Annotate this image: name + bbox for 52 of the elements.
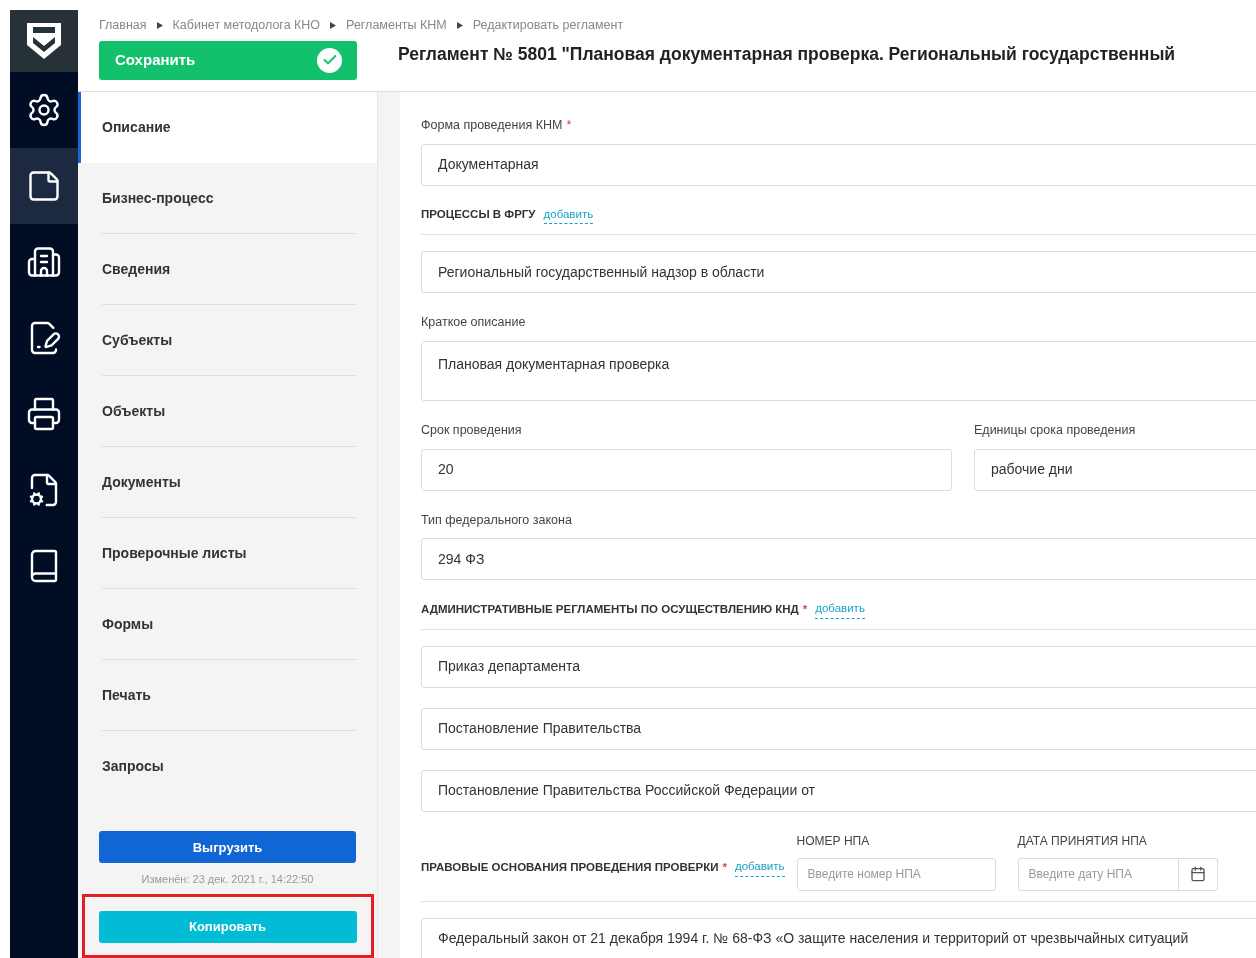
- breadcrumb-link[interactable]: Редактировать регламент: [472, 16, 624, 35]
- number-field[interactable]: Введите номер НПА: [796, 857, 996, 891]
- breadcrumb-link[interactable]: Кабинет методолога КНО: [172, 16, 321, 35]
- nav-item[interactable]: Документы: [78, 447, 377, 519]
- building-icon: [26, 244, 62, 280]
- text-field[interactable]: 20: [421, 448, 952, 491]
- nav-item[interactable]: Бизнес-процесс: [78, 163, 377, 235]
- text-field[interactable]: рабочие дни: [974, 448, 1256, 491]
- required-mark: *: [722, 859, 727, 875]
- date-field[interactable]: Введите дату НПА: [1017, 857, 1218, 891]
- nav-item[interactable]: Сведения: [78, 234, 377, 306]
- field-label: Срок проведения: [421, 421, 523, 439]
- modified-date: Изменён: 23 дек. 2021 г., 14:22:50: [141, 872, 314, 888]
- breadcrumb-link[interactable]: Главная: [99, 16, 147, 35]
- nav-item[interactable]: Объекты: [78, 376, 377, 448]
- nav-item[interactable]: Печать: [78, 660, 377, 732]
- breadcrumb-arrow-icon: [156, 21, 163, 29]
- export-button[interactable]: Выгрузить: [99, 831, 356, 864]
- page-title: Регламент № 5801 "Плановая документарная проверка. Региональный государственный: [398, 42, 1176, 66]
- field-label: Единицы срока проведения: [974, 421, 1137, 439]
- field-label: Тип федерального закона: [421, 511, 572, 529]
- calendar-icon[interactable]: [1189, 866, 1206, 882]
- text-field[interactable]: Документарная: [421, 143, 1256, 186]
- breadcrumb-link[interactable]: Регламенты КНМ: [346, 16, 447, 35]
- check-icon: [317, 47, 342, 73]
- field-label: Краткое описание: [421, 314, 526, 331]
- required-mark: *: [566, 117, 572, 134]
- text-field[interactable]: Региональный государственный надзор в области: [421, 251, 1256, 293]
- section-heading: АДМИНИСТРАТИВНЫЕ РЕГЛАМЕНТЫ ПО ОСУЩЕСТВЛЕНИЮ КНД: [421, 601, 799, 617]
- column-label: ДАТА ПРИНЯТИЯ НПА: [1017, 832, 1148, 850]
- column-label: НОМЕР НПА: [796, 832, 871, 850]
- text-field[interactable]: Постановление Правительства Российской Федерации от: [421, 769, 1256, 812]
- field-label: Форма проведения КНМ: [421, 117, 563, 134]
- section-heading: ПРАВОВЫЕ ОСНОВАНИЯ ПРОВЕДЕНИЯ ПРОВЕРКИ: [421, 859, 719, 875]
- text-field[interactable]: Постановление Правительства: [421, 707, 1256, 750]
- printer-icon: [26, 396, 62, 432]
- breadcrumb-arrow-icon: [456, 21, 463, 29]
- breadcrumb-arrow-icon: [330, 21, 337, 29]
- required-mark: *: [802, 601, 808, 617]
- shield-logo-icon[interactable]: [25, 21, 63, 61]
- note-icon: [26, 168, 62, 204]
- nav-item[interactable]: Описание: [78, 92, 377, 164]
- nav-item[interactable]: Формы: [78, 589, 377, 661]
- section-heading: ПРОЦЕССЫ В ФРГУ: [421, 207, 536, 223]
- gear-icon: [26, 92, 62, 128]
- text-field[interactable]: Плановая документарная проверка: [421, 340, 1256, 401]
- text-field[interactable]: Федеральный закон от 21 декабря 1994 г. № 68-ФЗ «О защите населения и территорий от чрезвычайных ситуаций: [421, 917, 1256, 958]
- text-field[interactable]: Приказ департамента: [421, 645, 1256, 688]
- nav-item[interactable]: Запросы: [78, 731, 377, 803]
- nav-item[interactable]: Проверочные листы: [78, 518, 377, 590]
- nav-item[interactable]: Субъекты: [78, 305, 377, 377]
- text-field[interactable]: 294 ФЗ: [421, 538, 1256, 581]
